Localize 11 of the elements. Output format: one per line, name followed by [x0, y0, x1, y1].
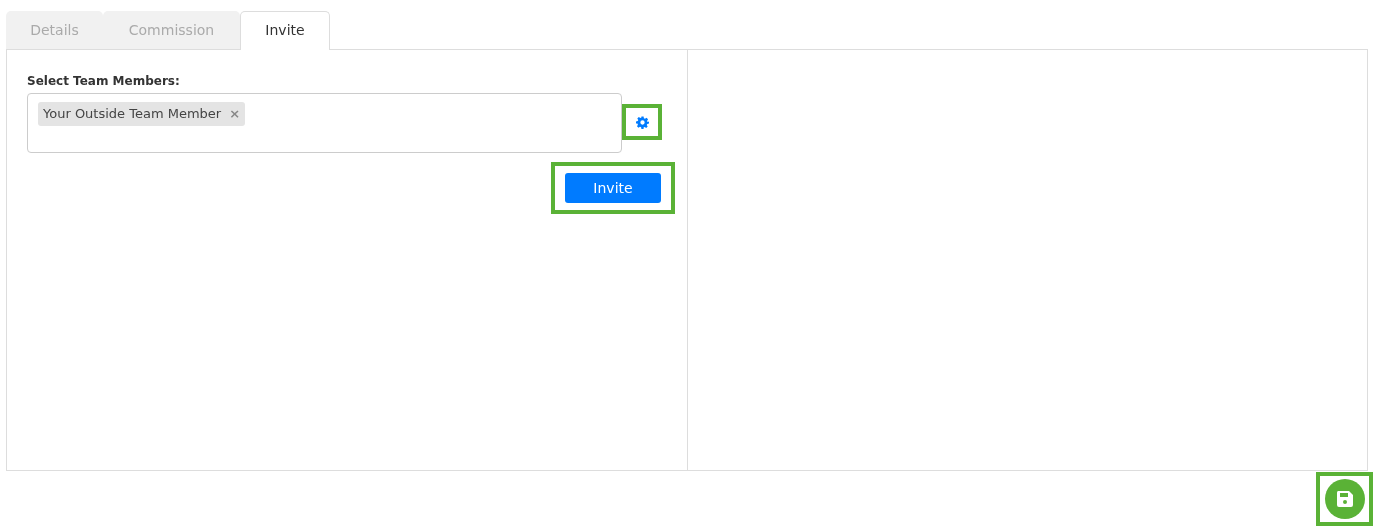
- remove-button[interactable]: ×: [229, 107, 241, 121]
- tab[interactable]: Details: [6, 11, 103, 49]
- chip-label: Your Outside Team Member: [43, 105, 222, 123]
- settings-icon[interactable]: [635, 115, 649, 129]
- save-icon: [1335, 490, 1354, 508]
- save-button[interactable]: [1324, 479, 1365, 519]
- team-members-field[interactable]: Your Outside Team Member ×: [27, 93, 622, 153]
- field-label: Select Team Members:: [27, 73, 181, 90]
- tab[interactable]: Commission: [103, 11, 240, 49]
- tab[interactable]: Invite: [240, 11, 330, 50]
- invite-button[interactable]: Invite: [565, 173, 661, 203]
